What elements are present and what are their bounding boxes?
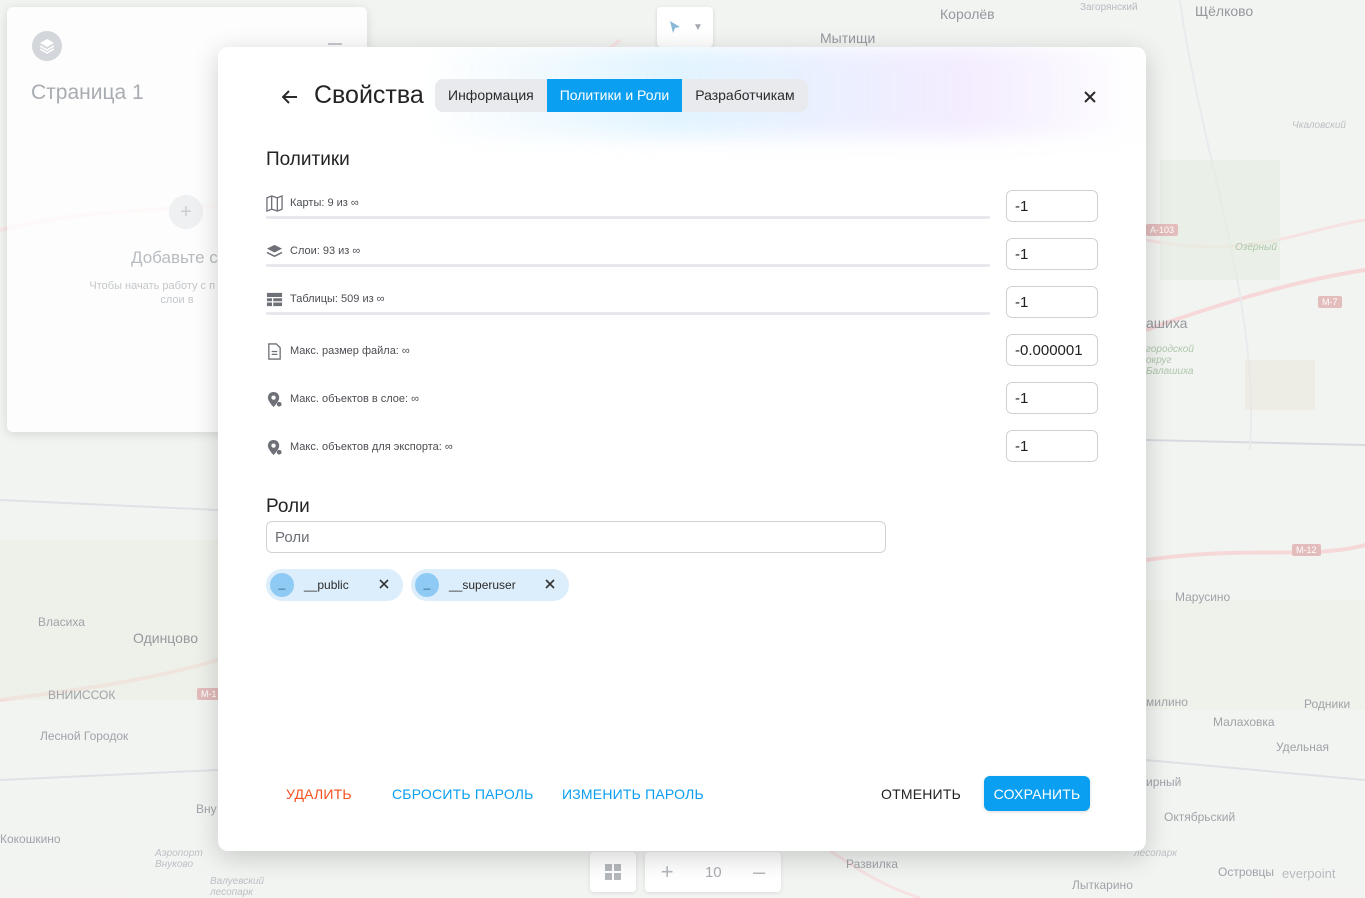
roles-heading: Роли <box>266 496 310 517</box>
layers-logo-icon <box>39 39 55 54</box>
policy-export-objects-input[interactable] <box>1006 430 1098 462</box>
role-chip-label: __public <box>304 578 349 592</box>
policy-row-layer-objects: Макс. объектов в слое: ∞ <box>266 387 990 417</box>
policy-layer-objects-input[interactable] <box>1006 382 1098 414</box>
delete-button[interactable]: УДАЛИТЬ <box>286 776 352 812</box>
policy-label: Макс. объектов в слое: ∞ <box>290 393 419 405</box>
dialog-title: Свойства <box>314 81 424 109</box>
properties-dialog: Свойства Информация Политики и Роли Разр… <box>218 47 1146 851</box>
reset-password-button[interactable]: СБРОСИТЬ ПАРОЛЬ <box>392 776 534 812</box>
select-tool-button[interactable]: ▼ <box>657 7 713 47</box>
policy-row-tables: Таблицы: 509 из ∞ <box>266 287 990 317</box>
close-button[interactable] <box>1080 87 1100 107</box>
cursor-icon <box>670 21 681 33</box>
policy-usage-bar <box>266 264 990 267</box>
roles-search-input[interactable] <box>266 521 886 553</box>
policy-row-layers: Слои: 93 из ∞ <box>266 239 990 269</box>
zoom-out-button[interactable]: – <box>753 859 765 885</box>
policy-label: Карты: 9 из ∞ <box>290 197 359 209</box>
role-avatar: _ <box>415 573 439 597</box>
policy-row-maps: Карты: 9 из ∞ <box>266 191 990 221</box>
location-icon <box>267 391 282 408</box>
arrow-left-icon <box>282 90 297 104</box>
policy-file-size-input[interactable] <box>1006 334 1098 366</box>
page-title: Страница 1 <box>31 81 144 104</box>
close-icon <box>1084 91 1096 103</box>
file-icon <box>268 343 281 360</box>
policy-usage-bar <box>266 216 990 219</box>
location-icon <box>267 439 282 456</box>
remove-role-icon[interactable] <box>543 577 557 591</box>
brand-logo: everpoint <box>1282 866 1336 881</box>
map-icon <box>266 195 283 212</box>
table-icon <box>266 292 283 307</box>
app-logo[interactable] <box>32 31 62 61</box>
policy-row-export-objects: Макс. объектов для экспорта: ∞ <box>266 435 990 465</box>
policy-label: Слои: 93 из ∞ <box>290 245 361 257</box>
policy-label: Таблицы: 509 из ∞ <box>290 293 385 305</box>
policy-usage-bar <box>266 312 990 315</box>
policy-label: Макс. размер файла: ∞ <box>290 345 410 357</box>
policy-layers-input[interactable] <box>1006 238 1098 270</box>
add-layer-icon[interactable]: + <box>169 195 203 229</box>
chevron-down-icon: ▼ <box>693 21 703 33</box>
zoom-control: + 10 – <box>645 852 781 892</box>
back-button[interactable] <box>278 86 302 108</box>
role-avatar: _ <box>270 573 294 597</box>
role-chip[interactable]: _ __superuser <box>411 569 569 601</box>
save-button[interactable]: СОХРАНИТЬ <box>984 776 1090 811</box>
tab-info[interactable]: Информация <box>435 79 547 112</box>
zoom-level: 10 <box>704 863 722 881</box>
tab-developers[interactable]: Разработчикам <box>682 79 807 112</box>
cancel-button[interactable]: ОТМЕНИТЬ <box>881 776 961 812</box>
layers-icon <box>266 244 283 258</box>
role-chip-label: __superuser <box>449 578 516 592</box>
role-chip[interactable]: _ __public <box>266 569 403 601</box>
policy-label: Макс. объектов для экспорта: ∞ <box>290 441 453 453</box>
remove-role-icon[interactable] <box>377 577 391 591</box>
policy-maps-input[interactable] <box>1006 190 1098 222</box>
policy-tables-input[interactable] <box>1006 286 1098 318</box>
change-password-button[interactable]: ИЗМЕНИТЬ ПАРОЛЬ <box>562 776 704 812</box>
layout-grid-button[interactable] <box>590 852 636 892</box>
grid-icon <box>605 864 621 880</box>
tab-bar: Информация Политики и Роли Разработчикам <box>435 79 808 112</box>
zoom-in-button[interactable]: + <box>661 859 674 885</box>
policies-heading: Политики <box>266 149 350 170</box>
add-layer-heading: Добавьте сл <box>131 248 228 267</box>
tab-policies-roles[interactable]: Политики и Роли <box>546 79 683 112</box>
policy-row-file-size: Макс. размер файла: ∞ <box>266 339 990 369</box>
